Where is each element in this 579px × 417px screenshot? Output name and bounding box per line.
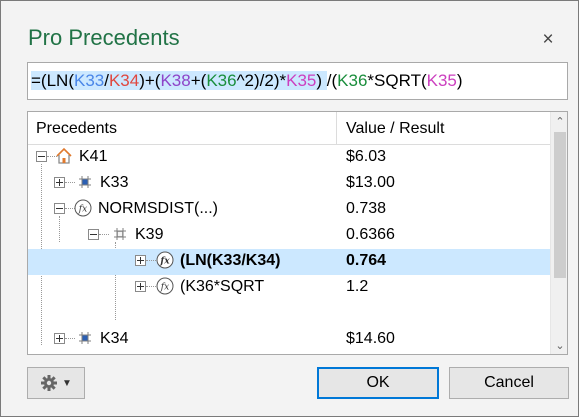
formula-part: ): [456, 71, 463, 90]
close-icon[interactable]: ×: [537, 29, 559, 51]
row-value: 0.738: [346, 200, 387, 217]
gear-icon: [41, 375, 58, 391]
dialog-title: Pro Precedents: [28, 25, 180, 50]
formula-ref-k35: K35: [286, 71, 317, 90]
tree-connector: [146, 286, 156, 287]
svg-text:fx: fx: [159, 257, 170, 267]
cell-icon: [114, 228, 126, 240]
scroll-down-icon[interactable]: ⌄: [551, 336, 567, 354]
formula-ref-k33: K33: [73, 71, 105, 90]
header-value[interactable]: Value / Result: [346, 120, 444, 138]
cancel-button[interactable]: Cancel: [449, 367, 569, 399]
tree-connector: [146, 260, 156, 261]
expand-icon[interactable]: [135, 255, 146, 266]
row-label: (LN(K33/K34): [180, 252, 281, 269]
home-icon: [56, 147, 72, 164]
pro-precedents-dialog: Pro Precedents × =(LN(K33/K34)+(K38+(K36…: [0, 0, 579, 417]
row-value: $14.60: [346, 330, 395, 347]
cell-icon: [79, 176, 91, 188]
row-value: 0.6366: [346, 226, 395, 243]
formula-part: ^2)/2)*: [236, 71, 287, 90]
ok-button[interactable]: OK: [317, 367, 439, 399]
formula-part: ): [316, 71, 323, 90]
expand-icon[interactable]: [54, 177, 65, 188]
header-divider[interactable]: [336, 112, 337, 144]
precedents-tree[interactable]: Precedents Value / Result K41 $6.03 K33 …: [27, 111, 568, 355]
expand-icon[interactable]: [54, 333, 65, 344]
tree-header: Precedents Value / Result: [28, 112, 550, 145]
tree-connector: [65, 338, 75, 339]
tree-row-k34[interactable]: K34 $14.60: [28, 327, 550, 353]
cell-icon: [79, 332, 91, 344]
scroll-up-icon[interactable]: ⌃: [551, 112, 567, 130]
formula-bar[interactable]: =(LN(K33/K34)+(K38+(K36^2)/2)*K35) /(K36…: [27, 62, 568, 100]
vertical-scrollbar[interactable]: ⌃ ⌄: [550, 112, 567, 354]
row-value: $13.00: [346, 174, 395, 191]
formula-highlight: =(LN(K33/K34)+(K38+(K36^2)/2)*K35): [31, 71, 327, 90]
formula-ref-k35: K35: [426, 71, 457, 90]
tree-row-normsdist[interactable]: fx NORMSDIST(...) 0.738: [28, 197, 550, 223]
row-label: (K36*SQRT: [180, 278, 265, 295]
formula-ref-k36: K36: [337, 71, 368, 90]
row-value: 0.764: [346, 252, 387, 269]
row-label: NORMSDIST(...): [98, 200, 218, 217]
chevron-down-icon: ▼: [62, 377, 72, 389]
svg-text:fx: fx: [78, 205, 87, 215]
collapse-icon[interactable]: [54, 203, 65, 214]
tree-row-k39[interactable]: K39 0.6366: [28, 223, 550, 249]
settings-button[interactable]: ▼: [27, 367, 85, 399]
formula-part: +(: [190, 71, 207, 90]
row-value: $6.03: [346, 148, 387, 165]
collapse-icon[interactable]: [36, 151, 47, 162]
formula-part: /(: [326, 71, 338, 90]
row-label: K41: [79, 148, 108, 165]
formula-part: )+(: [139, 71, 161, 90]
tree-row-k41[interactable]: K41 $6.03: [28, 145, 550, 171]
tree-row-ln[interactable]: fx (LN(K33/K34) 0.764: [28, 249, 550, 275]
function-icon: fx: [156, 251, 174, 269]
tree-row-sqrt[interactable]: fx (K36*SQRT 1.2: [28, 275, 550, 301]
header-precedents[interactable]: Precedents: [36, 120, 117, 138]
row-label: K34: [100, 330, 129, 347]
expand-icon[interactable]: [135, 281, 146, 292]
scroll-thumb[interactable]: [554, 132, 566, 278]
function-icon: fx: [74, 199, 92, 217]
collapse-icon[interactable]: [88, 229, 99, 240]
formula-ref-k34: K34: [108, 71, 140, 90]
formula-ref-k38: K38: [160, 71, 191, 90]
formula-part: =(LN(: [31, 71, 74, 90]
formula-part: *SQRT(: [367, 71, 427, 90]
row-label: K39: [135, 226, 164, 243]
function-icon: fx: [156, 277, 174, 295]
tree-connector: [65, 182, 75, 183]
formula-ref-k36: K36: [206, 71, 237, 90]
row-value: 1.2: [346, 278, 369, 295]
svg-text:fx: fx: [160, 283, 169, 293]
row-label: K33: [100, 174, 129, 191]
tree-connector: [99, 234, 109, 235]
tree-row-k33[interactable]: K33 $13.00: [28, 171, 550, 197]
